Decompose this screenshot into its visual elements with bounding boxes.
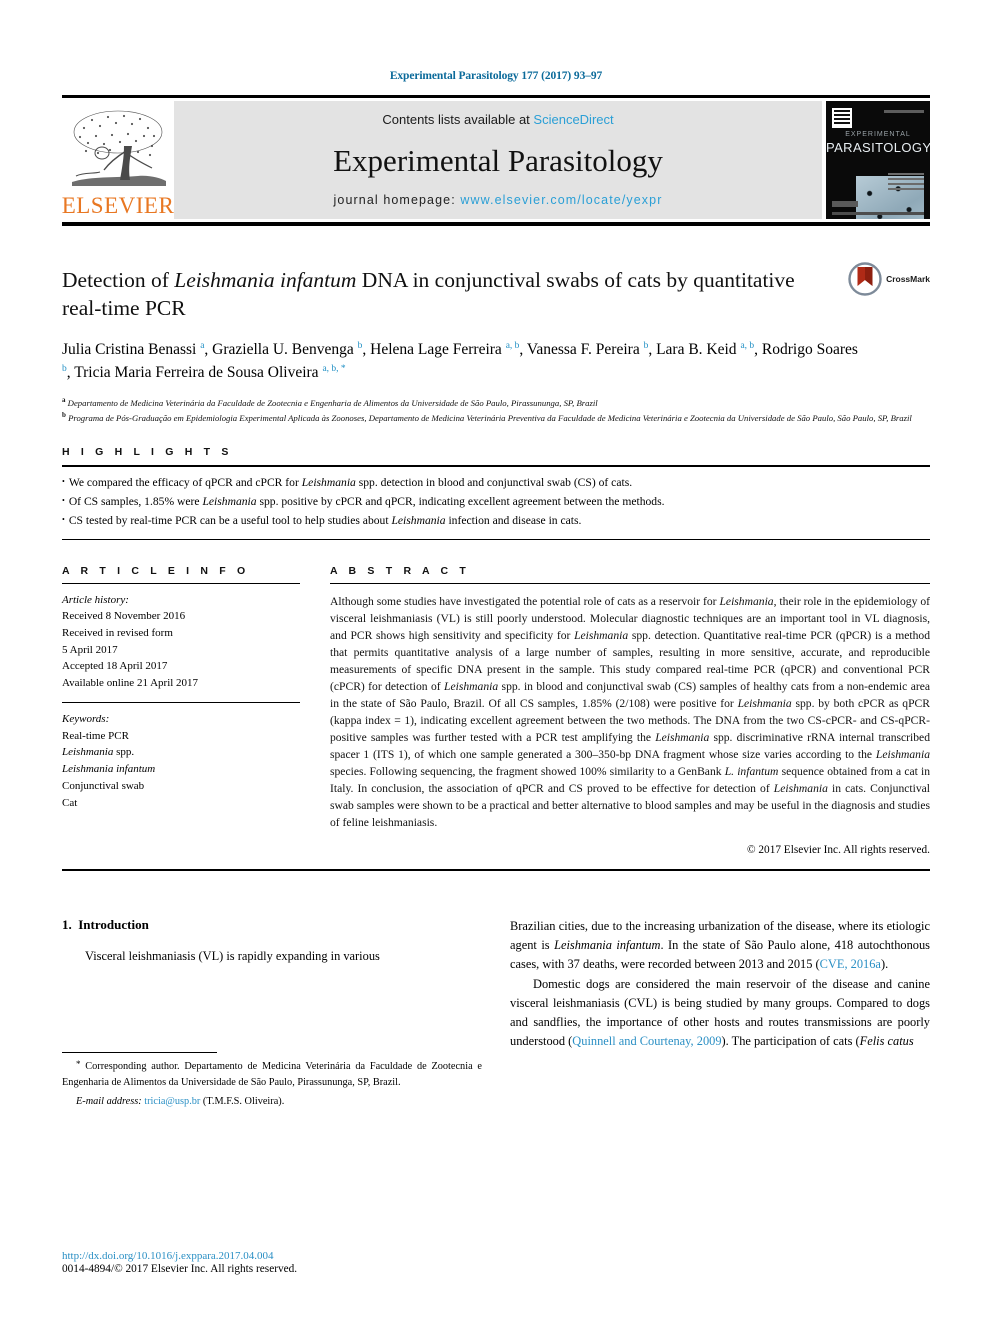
keyword-item: Conjunctival swab [62, 779, 145, 792]
elsevier-wordmark: ELSEVIER [61, 193, 175, 218]
homepage-prefix: journal homepage: [333, 193, 456, 207]
history-line: 5 April 2017 [62, 643, 118, 656]
history-line: Accepted 18 April 2017 [62, 660, 168, 673]
corresponding-author-note: * Corresponding author. Departamento de … [62, 1059, 482, 1088]
journal-masthead: ELSEVIER Contents lists available at Sci… [62, 101, 930, 219]
article-history-label: Article history: [62, 593, 129, 606]
cover-footer-block [832, 201, 858, 207]
abstract-copyright: © 2017 Elsevier Inc. All rights reserved… [746, 844, 930, 857]
affiliation-a-text: Departamento de Medicina Veterinária da … [67, 398, 598, 409]
section-number: 1. [62, 917, 72, 933]
intro-paragraph-right-1: Brazilian cities, due to the increasing … [510, 919, 931, 972]
crossmark-icon [848, 262, 882, 296]
journal-homepage-link[interactable]: www.elsevier.com/locate/yexpr [460, 193, 662, 207]
article-history: Article history: Received 8 November 201… [62, 584, 300, 692]
abstract-heading: A B S T R A C T [330, 564, 470, 577]
article-info-column: A R T I C L E I N F O Article history: R… [62, 565, 300, 856]
highlight-item: We compared the efficacy of qPCR and cPC… [62, 474, 930, 493]
info-abstract-row: A R T I C L E I N F O Article history: R… [62, 565, 930, 856]
affiliation-b: b Programa de Pós-Graduação em Epidemiol… [62, 410, 912, 423]
doi-link[interactable]: http://dx.doi.org/10.1016/j.exppara.2017… [62, 1250, 502, 1262]
keyword-item: Leishmania spp. [62, 746, 135, 759]
body-columns: 1. Introduction Visceral leishmaniasis (… [62, 917, 930, 1110]
abstract-column: A B S T R A C T Although some studies ha… [330, 565, 930, 856]
affiliation-a: a Departamento de Medicina Veterinária d… [62, 396, 598, 409]
journal-homepage-line: journal homepage: www.elsevier.com/locat… [334, 193, 663, 207]
cover-publisher-lines [834, 110, 850, 126]
title-part-1: Detection of [62, 268, 175, 292]
cover-footer-lines [888, 173, 924, 193]
cover-top-rule [884, 110, 924, 113]
cover-title-line1: EXPERIMENTAL [845, 131, 911, 138]
journal-cover-thumbnail: EXPERIMENTAL PARASITOLOGY [826, 101, 930, 219]
email-note: E-mail address: tricia@usp.br (T.M.F.S. … [76, 1096, 285, 1108]
sciencedirect-link[interactable]: ScienceDirect [533, 112, 613, 127]
crossmark-label: CrossMark [886, 274, 930, 284]
crossmark-badge[interactable]: CrossMark [848, 262, 930, 296]
affiliations: a Departamento de Medicina Veterinária d… [62, 395, 917, 424]
keywords-block: Keywords: Real-time PCR Leishmania spp. … [62, 703, 300, 811]
abstract-close-rule [62, 869, 930, 872]
cover-bottom-bar [832, 212, 924, 215]
running-head: Experimental Parasitology 177 (2017) 93–… [389, 70, 603, 82]
article-info-heading: A R T I C L E I N F O [62, 564, 250, 577]
keyword-item: Cat [62, 796, 78, 809]
page-title: Detection of Leishmania infantum DNA in … [62, 266, 832, 323]
highlight-item: CS tested by real-time PCR can be a usef… [62, 512, 930, 531]
footnote-rule [62, 1052, 217, 1054]
elsevier-logo: ELSEVIER [62, 101, 174, 219]
intro-paragraph-right-2: Domestic dogs are considered the main re… [510, 976, 930, 1049]
section-heading-introduction: 1. Introduction [62, 917, 482, 933]
abstract-text: Although some studies have investigated … [330, 594, 931, 829]
masthead-top-rule [62, 95, 930, 98]
author-list: Julia Cristina Benassi a, Graziella U. B… [62, 340, 858, 381]
contents-prefix: Contents lists available at [382, 112, 530, 127]
keywords-label: Keywords: [62, 712, 110, 725]
title-block: Detection of Leishmania infantum DNA in … [62, 262, 930, 424]
page-footer: http://dx.doi.org/10.1016/j.exppara.2017… [62, 1250, 502, 1275]
history-line: Available online 21 April 2017 [62, 677, 199, 690]
body-column-left: 1. Introduction Visceral leishmaniasis (… [62, 917, 482, 1110]
journal-title: Experimental Parasitology [333, 142, 663, 178]
highlights-bottom-rule [62, 538, 930, 540]
keyword-item: Leishmania infantum [62, 763, 156, 776]
paper-page: Experimental Parasitology 177 (2017) 93–… [0, 0, 992, 1323]
masthead-center: Contents lists available at ScienceDirec… [174, 101, 822, 219]
highlight-item: Of CS samples, 1.85% were Leishmania spp… [62, 493, 930, 512]
issn-copyright: 0014-4894/© 2017 Elsevier Inc. All right… [62, 1263, 298, 1275]
history-line: Received 8 November 2016 [62, 610, 186, 623]
highlights-heading: H I G H L I G H T S [62, 446, 233, 459]
elsevier-tree-icon [72, 110, 166, 186]
history-line: Received in revised form [62, 627, 173, 640]
intro-paragraph-left: Visceral leishmaniasis (VL) is rapidly e… [85, 949, 380, 964]
cover-title-line2: PARASITOLOGY [826, 140, 930, 155]
affiliation-b-text: Programa de Pós-Graduação em Epidemiolog… [68, 412, 912, 423]
highlights-list: We compared the efficacy of qPCR and cPC… [62, 467, 930, 538]
masthead-bottom-rule [62, 222, 930, 226]
contents-available-line: Contents lists available at ScienceDirec… [382, 112, 613, 127]
body-column-right: Brazilian cities, due to the increasing … [510, 917, 930, 1110]
section-title: Introduction [78, 917, 149, 933]
title-species-italic: Leishmania infantum [174, 268, 357, 292]
highlights-section: H I G H L I G H T S We compared the effi… [62, 446, 930, 540]
keyword-item: Real-time PCR [62, 729, 129, 742]
